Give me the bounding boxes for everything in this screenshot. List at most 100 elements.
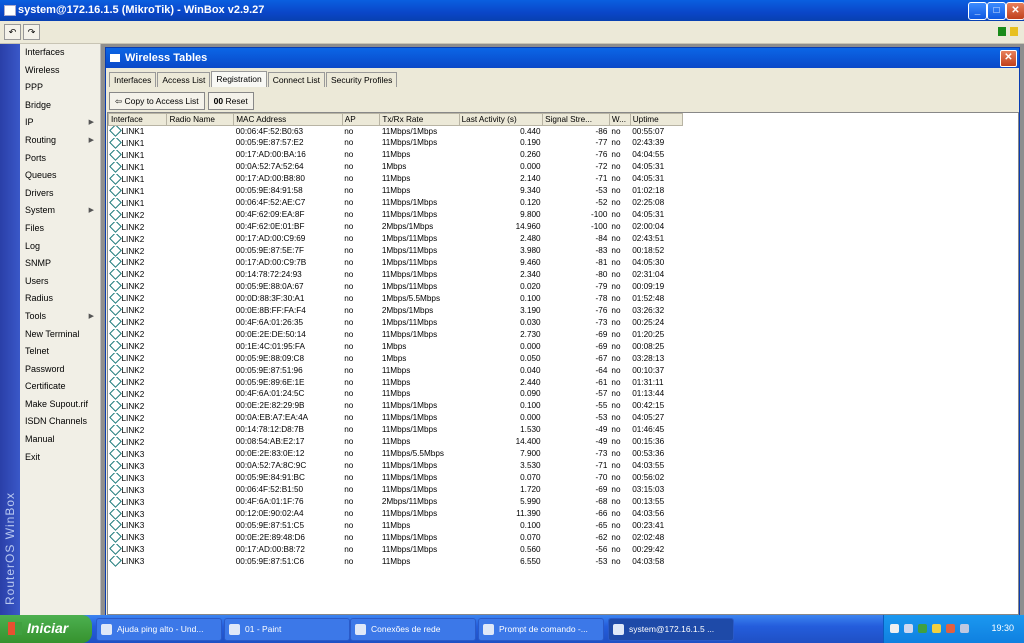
table-cell xyxy=(167,389,234,401)
table-row[interactable]: LINK3 00:0E:2E:89:48:D6 no 11Mbps/1Mbps 0.07… xyxy=(108,532,683,544)
tab-access-list[interactable]: Access List xyxy=(157,72,211,87)
taskbar-task[interactable]: 01 - Paint xyxy=(224,618,350,641)
window-close-button[interactable]: ✕ xyxy=(1000,50,1017,67)
table-cell: no xyxy=(611,437,621,447)
sidebar-item-log[interactable]: Log xyxy=(20,238,100,256)
table-row[interactable]: LINK3 00:06:4F:52:B1:50 no 11Mbps/1Mbps 1.72… xyxy=(108,484,683,497)
table-row[interactable]: LINK2 00:0E:8B:FF:FA:F4 no 2Mbps/1Mbps 3.190… xyxy=(108,305,683,317)
minimize-button[interactable]: _ xyxy=(968,2,987,20)
tray-icon[interactable] xyxy=(946,624,955,633)
table-row[interactable]: LINK2 00:4F:6A:01:24:5C no 11Mbps 0.090 -57 no… xyxy=(108,388,683,401)
column-header[interactable]: Uptime xyxy=(629,113,684,126)
sidebar-item-wireless[interactable]: Wireless xyxy=(20,62,100,80)
table-row[interactable]: LINK3 00:0E:2E:83:0E:12 no 11Mbps/5.5Mbps 7.… xyxy=(108,448,683,461)
column-header[interactable]: MAC Address xyxy=(233,113,343,126)
table-row[interactable]: LINK2 00:4F:62:09:EA:8F no 11Mbps/1Mbps 9.80… xyxy=(108,209,683,222)
sidebar-item-bridge[interactable]: Bridge xyxy=(20,97,100,115)
sidebar-item-interfaces[interactable]: Interfaces xyxy=(20,44,100,62)
table-row[interactable]: LINK3 00:0A:52:7A:8C:9C no 11Mbps/1Mbps 3.53… xyxy=(108,460,683,473)
tray-icon[interactable] xyxy=(904,624,913,633)
tab-connect-list[interactable]: Connect List xyxy=(267,72,325,87)
column-header[interactable]: Interface xyxy=(108,113,168,126)
table-row[interactable]: LINK2 00:08:54:AB:E2:17 no 11Mbps 14.400 -49 n… xyxy=(108,436,683,449)
sidebar-item-tools[interactable]: Tools ▶ xyxy=(20,308,100,326)
redo-button[interactable]: ↷ xyxy=(23,24,40,40)
undo-button[interactable]: ↶ xyxy=(4,24,21,40)
table-row[interactable]: LINK1 00:05:9E:87:57:E2 no 11Mbps/1Mbps 0.19… xyxy=(108,137,683,150)
sidebar-item-ip[interactable]: IP ▶ xyxy=(20,114,100,132)
sidebar-item-new-terminal[interactable]: New Terminal xyxy=(20,326,100,344)
sidebar-item-users[interactable]: Users xyxy=(20,273,100,291)
table-row[interactable]: LINK2 00:14:78:72:24:93 no 11Mbps/1Mbps 2.34… xyxy=(108,269,683,281)
sidebar-item-snmp[interactable]: SNMP xyxy=(20,255,100,273)
interface-cell: LINK2 xyxy=(108,269,167,281)
sidebar-item-ports[interactable]: Ports xyxy=(20,150,100,168)
sidebar-item-password[interactable]: Password xyxy=(20,361,100,379)
tab-interfaces[interactable]: Interfaces xyxy=(109,72,157,87)
table-row[interactable]: LINK2 00:4F:62:0E:01:BF no 2Mbps/1Mbps 14.96… xyxy=(108,221,683,234)
column-header[interactable]: Tx/Rx Rate xyxy=(379,113,460,126)
table-row[interactable]: LINK3 00:4F:6A:01:1F:76 no 2Mbps/11Mbps 5.99… xyxy=(108,496,683,509)
table-row[interactable]: LINK3 00:12:0E:90:02:A4 no 11Mbps/1Mbps 11.3… xyxy=(108,508,683,521)
sidebar-item-telnet[interactable]: Telnet xyxy=(20,343,100,361)
table-row[interactable]: LINK3 00:05:9E:84:91:BC no 11Mbps/1Mbps 0.07… xyxy=(108,472,683,485)
sidebar-item-exit[interactable]: Exit xyxy=(20,449,100,467)
table-row[interactable]: LINK2 00:05:9E:88:0A:67 no 1Mbps/11Mbps 0.02… xyxy=(108,281,683,293)
table-row[interactable]: LINK1 00:06:4F:52:B0:63 no 11Mbps/1Mbps 0.44… xyxy=(108,125,683,138)
table-row[interactable]: LINK2 00:1E:4C:01:95:FA no 1Mbps 0.000 -69 no 0… xyxy=(108,341,683,353)
table-row[interactable]: LINK1 00:17:AD:00:B8:80 no 11Mbps 2.140 -71 no… xyxy=(108,173,683,186)
sidebar-item-certificate[interactable]: Certificate xyxy=(20,378,100,396)
column-header[interactable]: Radio Name xyxy=(166,113,235,126)
table-row[interactable]: LINK2 00:0D:88:3F:30:A1 no 1Mbps/5.5Mbps 0.1… xyxy=(108,293,683,305)
tab-registration[interactable]: Registration xyxy=(211,71,267,87)
column-header[interactable]: Last Activity (s) xyxy=(458,113,544,126)
table-row[interactable]: LINK1 00:0A:52:7A:52:64 no 1Mbps 0.000 -72 no 0… xyxy=(108,161,683,174)
table-row[interactable]: LINK2 00:05:9E:88:09:C8 no 1Mbps 0.050 -67 no 0… xyxy=(108,353,683,365)
sidebar-item-system[interactable]: System ▶ xyxy=(20,202,100,220)
column-header[interactable]: AP xyxy=(341,113,381,126)
tab-security-profiles[interactable]: Security Profiles xyxy=(325,72,398,87)
table-row[interactable]: LINK1 00:05:9E:84:91:58 no 11Mbps 9.340 -53 no… xyxy=(108,185,683,198)
table-row[interactable]: LINK2 00:17:AD:00:C9:7B no 1Mbps/11Mbps 9.46… xyxy=(108,257,683,269)
table-row[interactable]: LINK2 00:0E:2E:82:29:9B no 11Mbps/1Mbps 0.10… xyxy=(108,400,683,413)
table-row[interactable]: LINK2 00:0A:EB:A7:EA:4A no 11Mbps/1Mbps 0.00… xyxy=(108,412,683,425)
taskbar-task[interactable]: Prompt de comando -... xyxy=(478,618,604,641)
table-row[interactable]: LINK2 00:0E:2E:DE:50:14 no 11Mbps/1Mbps 2.73… xyxy=(108,329,683,341)
close-button[interactable]: ✕ xyxy=(1006,2,1024,20)
table-row[interactable]: LINK2 00:4F:6A:01:26:35 no 1Mbps/11Mbps 0.03… xyxy=(108,317,683,329)
submenu-arrow-icon: ▶ xyxy=(88,136,94,144)
table-row[interactable]: LINK3 00:05:9E:87:51:C5 no 11Mbps 0.100 -65 no… xyxy=(108,520,683,532)
table-row[interactable]: LINK3 00:17:AD:00:B8:72 no 11Mbps/1Mbps 0.56… xyxy=(108,544,683,556)
sidebar-item-ppp[interactable]: PPP xyxy=(20,79,100,97)
copy-to-access-list-button[interactable]: ⇦ Copy to Access List xyxy=(109,92,205,110)
sidebar-item-files[interactable]: Files xyxy=(20,220,100,238)
sidebar-item-drivers[interactable]: Drivers xyxy=(20,185,100,203)
maximize-button[interactable]: □ xyxy=(987,2,1006,20)
table-row[interactable]: LINK2 00:05:9E:89:6E:1E no 11Mbps 2.440 -61 no… xyxy=(108,377,683,389)
sidebar-item-isdn-channels[interactable]: ISDN Channels xyxy=(20,413,100,431)
sidebar-item-manual[interactable]: Manual xyxy=(20,431,100,449)
table-row[interactable]: LINK1 00:17:AD:00:BA:16 no 11Mbps 0.260 -76 no… xyxy=(108,149,683,162)
taskbar-task[interactable]: system@172.16.1.5 ... xyxy=(608,618,734,641)
table-row[interactable]: LINK2 00:05:9E:87:51:96 no 11Mbps 0.040 -64 no… xyxy=(108,365,683,377)
sidebar-item-radius[interactable]: Radius xyxy=(20,290,100,308)
table-row[interactable]: LINK3 00:05:9E:87:51:C6 no 11Mbps 6.550 -53 no… xyxy=(108,556,683,568)
tray-icon[interactable] xyxy=(932,624,941,633)
table-row[interactable]: LINK2 00:14:78:12:D8:7B no 11Mbps/1Mbps 1.53… xyxy=(108,424,683,437)
table-row[interactable]: LINK2 00:17:AD:00:C9:69 no 1Mbps/11Mbps 2.48… xyxy=(108,233,683,246)
column-header[interactable]: W... xyxy=(608,113,631,126)
table-row[interactable]: LINK1 00:06:4F:52:AE:C7 no 11Mbps/1Mbps 0.12… xyxy=(108,197,683,210)
start-button[interactable]: Iniciar xyxy=(0,615,92,643)
column-header[interactable]: Signal Stre... xyxy=(542,113,610,126)
window-titlebar[interactable]: Wireless Tables ✕ xyxy=(106,48,1019,68)
sidebar-item-routing[interactable]: Routing ▶ xyxy=(20,132,100,150)
taskbar-task[interactable]: Ajuda ping alto - Und... xyxy=(96,618,222,641)
taskbar-task[interactable]: Conexões de rede xyxy=(350,618,476,641)
sidebar-item-queues[interactable]: Queues xyxy=(20,167,100,185)
reset-button[interactable]: 00 Reset xyxy=(207,92,254,110)
sidebar-item-make-supout-rif[interactable]: Make Supout.rif xyxy=(20,396,100,414)
speaker-icon[interactable] xyxy=(960,624,969,633)
table-row[interactable]: LINK2 00:05:9E:87:5E:7F no 1Mbps/11Mbps 3.98… xyxy=(108,245,683,258)
tray-icon[interactable] xyxy=(918,624,927,633)
tray-icon[interactable] xyxy=(890,624,899,633)
